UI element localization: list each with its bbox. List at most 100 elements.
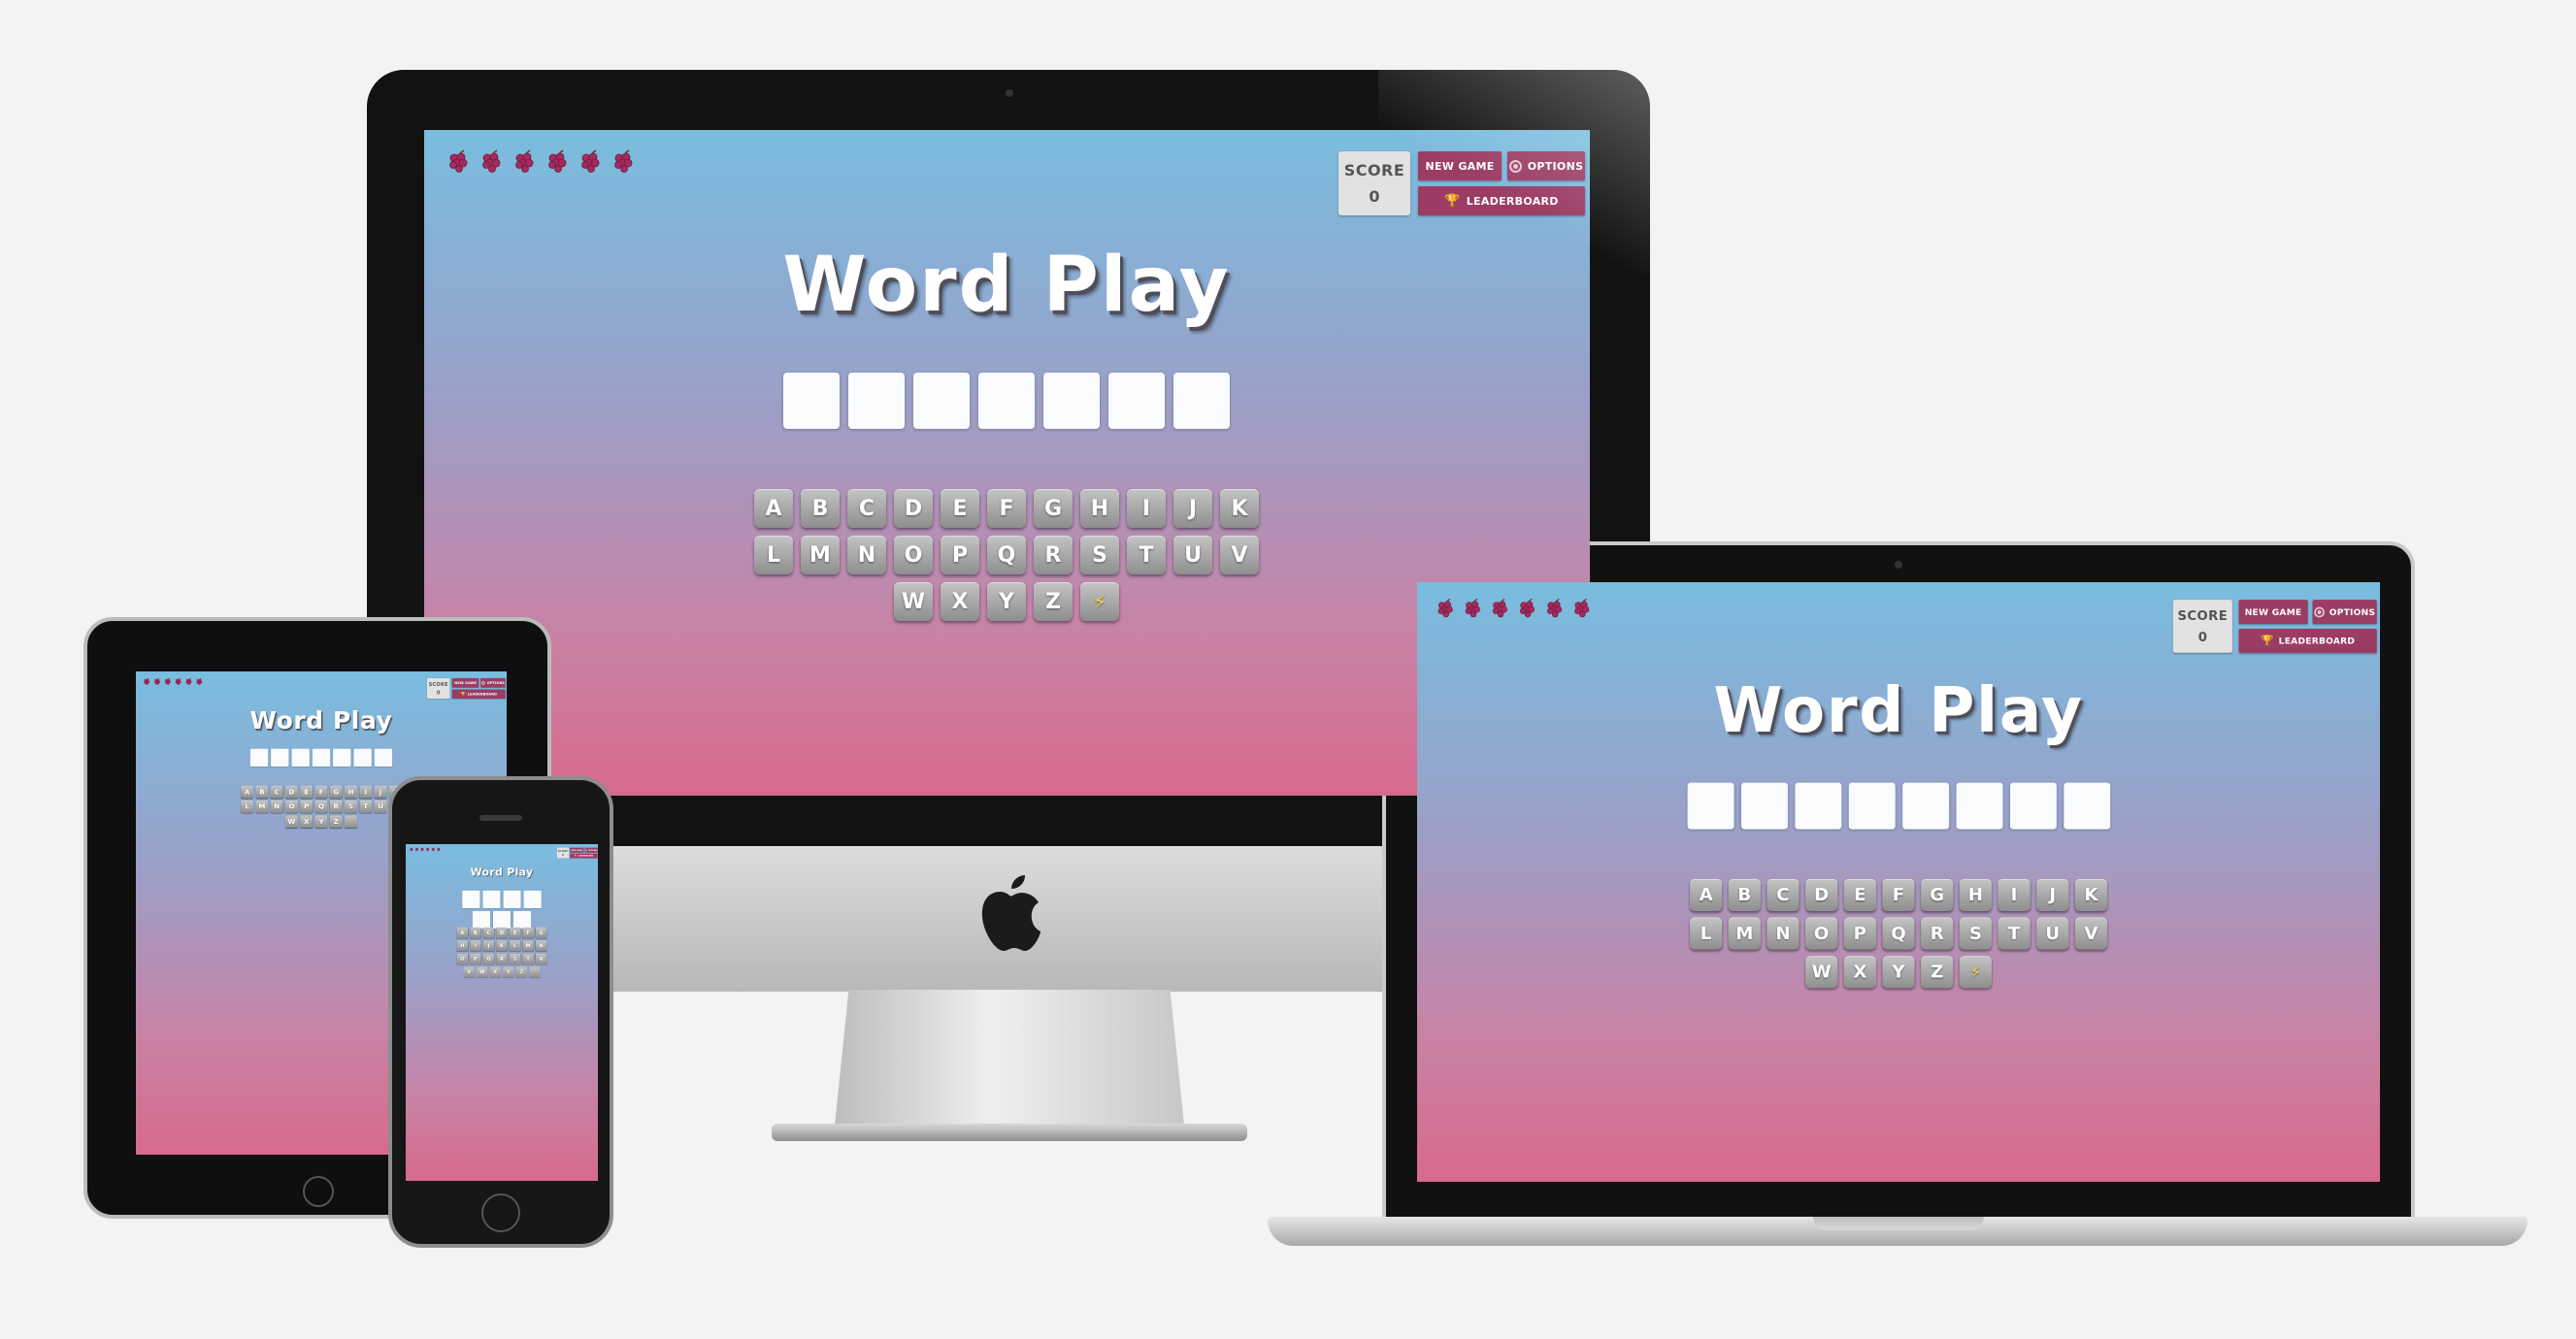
letter-key-w[interactable]: W	[477, 966, 488, 978]
hint-key-lightning-icon[interactable]: ⚡	[1959, 956, 1992, 989]
letter-key-l[interactable]: L	[509, 940, 521, 952]
letter-key-w[interactable]: W	[285, 815, 298, 829]
letter-key-v[interactable]: V	[2074, 917, 2107, 950]
letter-key-p[interactable]: P	[300, 800, 314, 813]
letter-key-r[interactable]: R	[1921, 917, 1954, 950]
letter-key-h[interactable]: H	[456, 940, 469, 952]
letter-key-a[interactable]: A	[241, 785, 253, 799]
new-game-button[interactable]: NEW GAME	[451, 678, 479, 688]
letter-key-j[interactable]: J	[482, 940, 495, 952]
letter-key-i[interactable]: I	[1127, 489, 1166, 528]
letter-key-t[interactable]: T	[1998, 917, 2031, 950]
letter-key-j[interactable]: J	[374, 785, 387, 799]
letter-key-c[interactable]: C	[1767, 878, 1800, 911]
letter-key-b[interactable]: B	[801, 489, 840, 528]
letter-key-i[interactable]: I	[470, 940, 481, 952]
letter-key-s[interactable]: S	[1080, 536, 1119, 574]
letter-key-h[interactable]: H	[1080, 489, 1119, 528]
letter-key-b[interactable]: B	[255, 785, 269, 799]
letter-key-x[interactable]: X	[489, 966, 501, 978]
letter-key-r[interactable]: R	[329, 800, 343, 813]
letter-key-v[interactable]: V	[463, 966, 475, 978]
letter-key-j[interactable]: J	[1173, 489, 1212, 528]
new-game-button[interactable]: NEW GAME	[2238, 600, 2308, 624]
letter-key-e[interactable]: E	[941, 489, 979, 528]
letter-key-i[interactable]: I	[359, 785, 373, 799]
hint-key-lightning-icon[interactable]: ⚡	[345, 815, 357, 829]
letter-key-m[interactable]: M	[255, 800, 269, 813]
letter-key-o[interactable]: O	[456, 953, 469, 965]
letter-key-k[interactable]: K	[2074, 878, 2107, 911]
letter-key-l[interactable]: L	[1690, 917, 1723, 950]
letter-key-b[interactable]: B	[470, 927, 481, 939]
letter-key-g[interactable]: G	[1034, 489, 1073, 528]
letter-key-e[interactable]: E	[300, 785, 314, 799]
letter-key-k[interactable]: K	[1220, 489, 1259, 528]
letter-key-n[interactable]: N	[535, 940, 547, 952]
letter-key-g[interactable]: G	[329, 785, 343, 799]
letter-key-c[interactable]: C	[847, 489, 886, 528]
letter-key-y[interactable]: Y	[314, 815, 328, 829]
letter-key-a[interactable]: A	[456, 927, 469, 939]
hint-key-lightning-icon[interactable]: ⚡	[1080, 582, 1119, 621]
letter-key-y[interactable]: Y	[503, 966, 514, 978]
leaderboard-button[interactable]: 🏆 LEADERBOARD	[451, 689, 506, 700]
letter-key-u[interactable]: U	[1173, 536, 1212, 574]
letter-key-r[interactable]: R	[496, 953, 508, 965]
letter-key-y[interactable]: Y	[987, 582, 1026, 621]
letter-key-w[interactable]: W	[1805, 956, 1838, 989]
letter-key-g[interactable]: G	[1921, 878, 1954, 911]
leaderboard-button[interactable]: 🏆 LEADERBOARD	[570, 853, 598, 859]
letter-key-e[interactable]: E	[1843, 878, 1876, 911]
letter-key-a[interactable]: A	[1690, 878, 1723, 911]
letter-key-u[interactable]: U	[374, 800, 387, 813]
letter-key-i[interactable]: I	[1998, 878, 2031, 911]
letter-key-o[interactable]: O	[1805, 917, 1838, 950]
letter-key-p[interactable]: P	[1843, 917, 1876, 950]
letter-key-l[interactable]: L	[241, 800, 253, 813]
letter-key-z[interactable]: Z	[515, 966, 527, 978]
letter-key-m[interactable]: M	[522, 940, 534, 952]
letter-key-m[interactable]: M	[801, 536, 840, 574]
letter-key-s[interactable]: S	[345, 800, 357, 813]
letter-key-t[interactable]: T	[522, 953, 534, 965]
letter-key-a[interactable]: A	[754, 489, 793, 528]
letter-key-s[interactable]: S	[1959, 917, 1992, 950]
letter-key-q[interactable]: Q	[987, 536, 1026, 574]
leaderboard-button[interactable]: 🏆 LEADERBOARD	[2238, 628, 2377, 653]
letter-key-e[interactable]: E	[509, 927, 521, 939]
letter-key-z[interactable]: Z	[1921, 956, 1954, 989]
letter-key-f[interactable]: F	[314, 785, 328, 799]
letter-key-d[interactable]: D	[1805, 878, 1838, 911]
new-game-button[interactable]: NEW GAME	[570, 847, 584, 853]
letter-key-f[interactable]: F	[1882, 878, 1915, 911]
letter-key-d[interactable]: D	[496, 927, 508, 939]
letter-key-h[interactable]: H	[1959, 878, 1992, 911]
letter-key-j[interactable]: J	[2036, 878, 2069, 911]
letter-key-n[interactable]: N	[270, 800, 283, 813]
letter-key-c[interactable]: C	[482, 927, 495, 939]
letter-key-f[interactable]: F	[987, 489, 1026, 528]
letter-key-z[interactable]: Z	[1034, 582, 1073, 621]
letter-key-q[interactable]: Q	[482, 953, 495, 965]
options-button[interactable]: OPTIONS	[2312, 600, 2377, 624]
letter-key-s[interactable]: S	[509, 953, 521, 965]
letter-key-t[interactable]: T	[1127, 536, 1166, 574]
letter-key-d[interactable]: D	[894, 489, 933, 528]
letter-key-z[interactable]: Z	[329, 815, 343, 829]
letter-key-f[interactable]: F	[522, 927, 534, 939]
letter-key-b[interactable]: B	[1728, 878, 1761, 911]
letter-key-t[interactable]: T	[359, 800, 373, 813]
letter-key-o[interactable]: O	[894, 536, 933, 574]
letter-key-c[interactable]: C	[270, 785, 283, 799]
phone-home-button[interactable]	[481, 1193, 520, 1232]
options-button[interactable]: OPTIONS	[480, 678, 506, 688]
hint-key-lightning-icon[interactable]: ⚡	[529, 966, 541, 978]
letter-key-v[interactable]: V	[1220, 536, 1259, 574]
letter-key-g[interactable]: G	[535, 927, 547, 939]
letter-key-w[interactable]: W	[894, 582, 933, 621]
letter-key-k[interactable]: K	[496, 940, 508, 952]
letter-key-o[interactable]: O	[285, 800, 298, 813]
letter-key-u[interactable]: U	[2036, 917, 2069, 950]
letter-key-d[interactable]: D	[285, 785, 298, 799]
